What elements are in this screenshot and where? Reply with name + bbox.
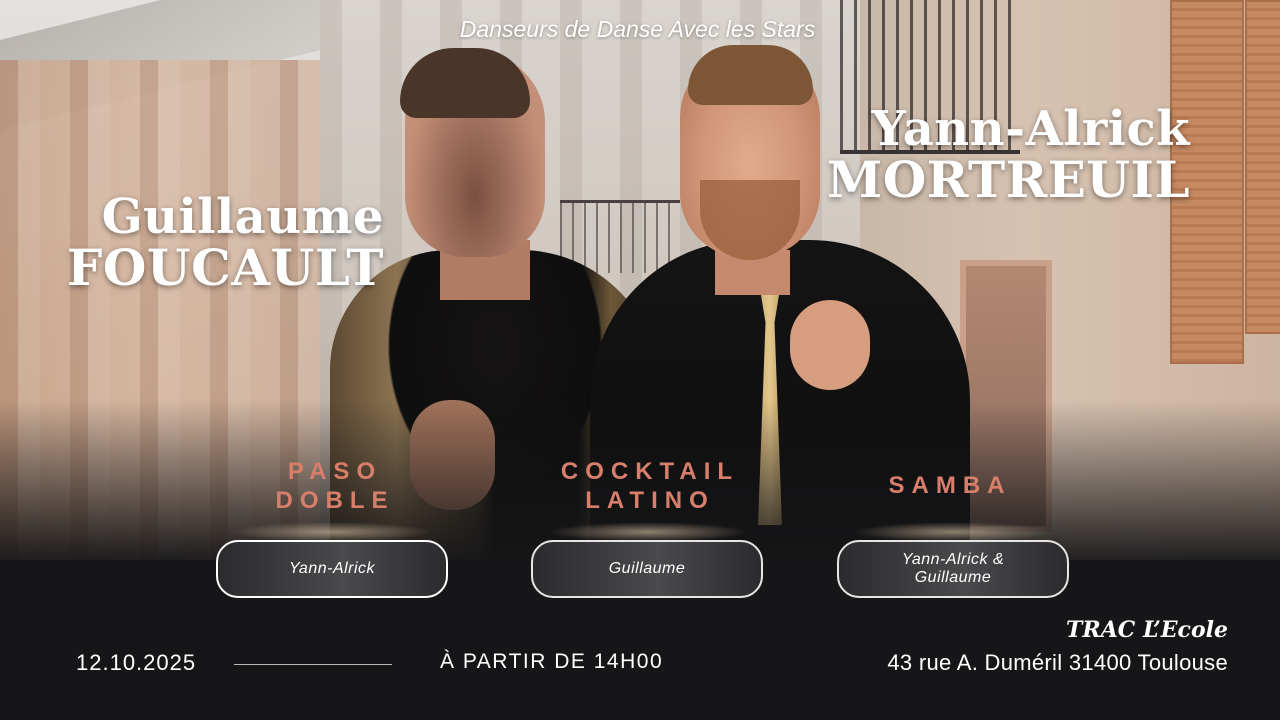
last-name: MORTREUIL (826, 150, 1190, 210)
dancer-yann-alrick-hand (790, 300, 870, 390)
last-name: FOUCAULT (66, 238, 384, 298)
event-date: 12.10.2025 (76, 650, 197, 675)
performer-label: Yann-Alrick (288, 559, 376, 577)
venue-name: TRAC L’Ecole (1066, 617, 1228, 643)
performer-line: Guillaume (914, 569, 992, 586)
performer-label: Guillaume (608, 559, 686, 577)
divider-line (234, 664, 392, 665)
first-name: Yann-Alrick (871, 101, 1190, 157)
dance-style-cocktail-latino: COCKTAIL LATINO (530, 458, 770, 516)
performer-line: Yann-Alrick & (901, 550, 1005, 568)
performer-label: Yann-Alrick & Guillaume (902, 551, 1004, 588)
performer-pill-cocktail-latino: Guillaume (531, 540, 763, 598)
dance-style-samba: SAMBA (860, 472, 1040, 501)
style-line: PASO (287, 458, 383, 485)
dancer-yann-alrick-hair (688, 45, 813, 105)
performer-pill-paso-doble: Yann-Alrick (216, 540, 448, 598)
style-line: LATINO (585, 486, 715, 514)
dancer-name-guillaume: Guillaume FOUCAULT (67, 192, 384, 295)
event-time: À PARTIR DE 14H00 (440, 650, 664, 673)
first-name: Guillaume (101, 189, 384, 245)
dance-style-paso-doble: PASO DOBLE (245, 458, 425, 516)
style-line: COCKTAIL (560, 458, 740, 485)
pill-glow (548, 522, 748, 542)
pill-glow (853, 522, 1053, 542)
venue-address: 43 rue A. Duméril 31400 Toulouse (887, 650, 1228, 675)
poster-subtitle: Danseurs de Danse Avec les Stars (459, 16, 816, 42)
dancer-name-yann-alrick: Yann-Alrick MORTREUIL (827, 104, 1190, 207)
window-shutter (1245, 0, 1280, 334)
style-line: SAMBA (888, 472, 1012, 499)
style-line: DOBLE (275, 486, 395, 514)
performer-pill-samba: Yann-Alrick & Guillaume (837, 540, 1069, 598)
event-poster: Danseurs de Danse Avec les Stars Guillau… (0, 0, 1280, 720)
pill-glow (232, 522, 432, 542)
